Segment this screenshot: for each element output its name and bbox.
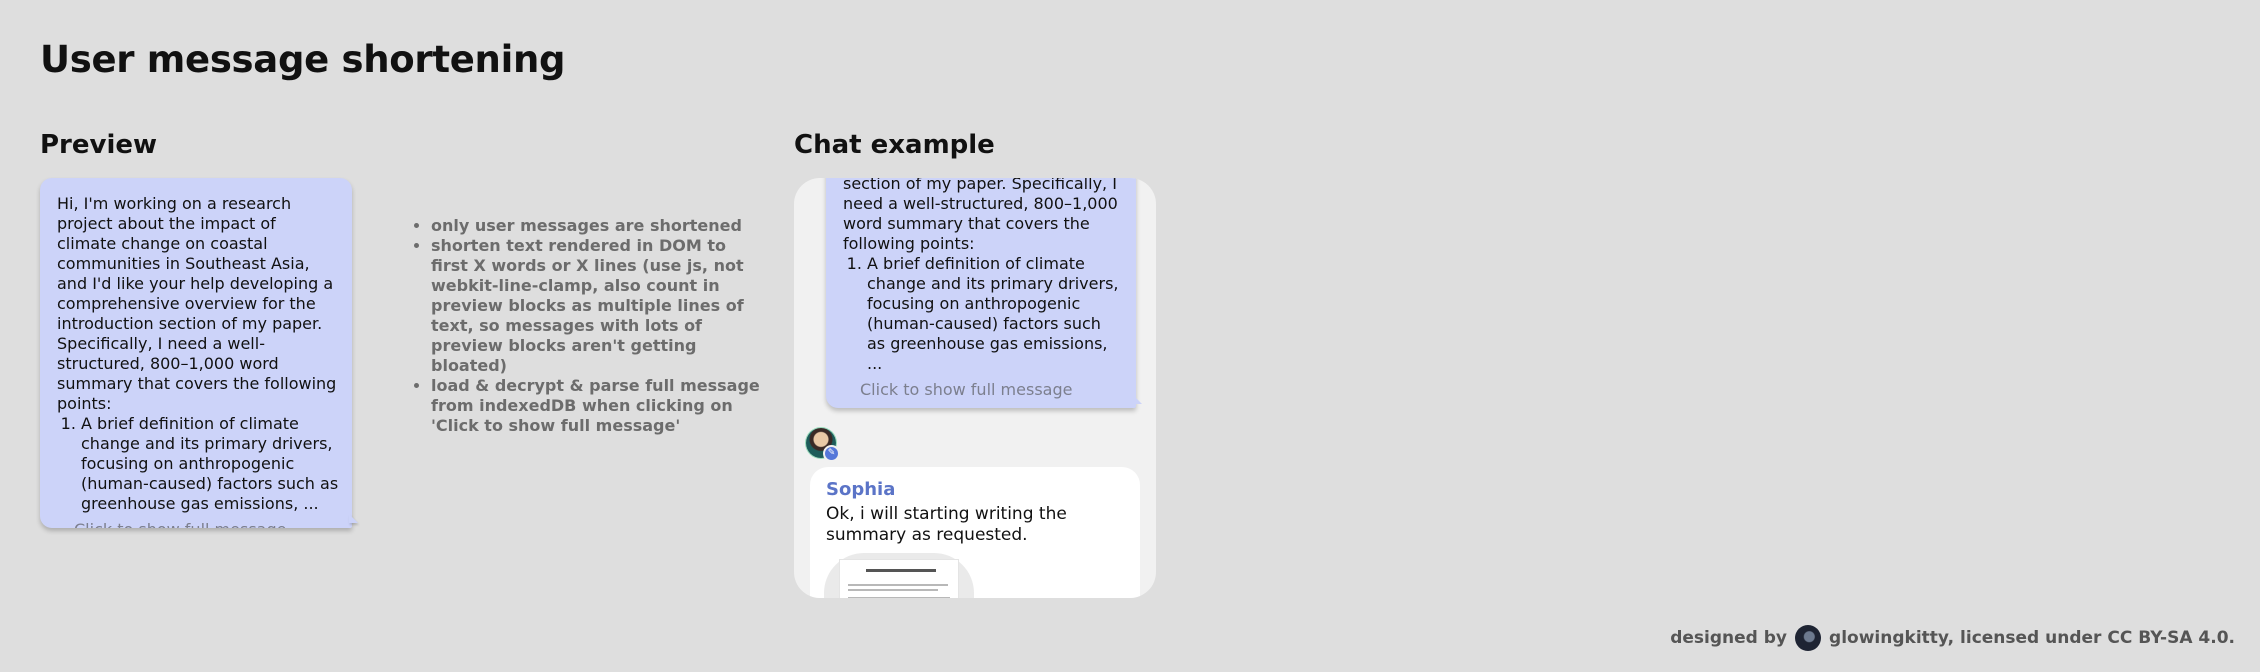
chat-user-message-text: overview for the introduction section of… — [843, 178, 1118, 253]
chat-example-frame[interactable]: overview for the introduction section of… — [794, 178, 1156, 598]
preview-message-text: Hi, I'm working on a research project ab… — [57, 194, 337, 413]
sender-name: Sophia — [826, 479, 896, 500]
document-attachment[interactable] — [824, 553, 974, 598]
assistant-reply-card: Sophia Ok, i will starting writing the s… — [810, 467, 1140, 598]
preview-heading: Preview — [40, 130, 158, 160]
chat-example-heading: Chat example — [794, 130, 995, 160]
preview-message-point: A brief definition of climate change and… — [81, 414, 340, 514]
document-thumbnail-icon — [839, 559, 959, 598]
doc-line — [848, 597, 950, 598]
note-item: only user messages are shortened — [431, 216, 761, 236]
designer-avatar — [1795, 625, 1822, 651]
bubble-tail — [1133, 395, 1142, 404]
page-title: User message shortening — [40, 38, 566, 81]
chat-user-message-point: A brief definition of climate change and… — [867, 254, 1124, 374]
bubble-tail — [349, 514, 358, 523]
show-full-message-button[interactable]: Click to show full message — [57, 520, 340, 528]
doc-line — [848, 589, 938, 591]
preview-message-points: A brief definition of climate change and… — [57, 414, 340, 514]
reply-text: Ok, i will starting writing the summary … — [826, 504, 1067, 545]
chat-show-full-message-button[interactable]: Click to show full message — [843, 380, 1124, 400]
note-item: shorten text rendered in DOM to first X … — [431, 236, 761, 376]
note-item: load & decrypt & parse full message from… — [431, 376, 761, 436]
doc-title-line — [866, 569, 936, 572]
chat-user-message-bubble: overview for the introduction section of… — [826, 178, 1136, 408]
assistant-avatar[interactable]: ✎ — [806, 428, 840, 462]
chat-user-message-points: A brief definition of climate change and… — [843, 254, 1124, 374]
credit-text: glowingkitty, licensed under CC BY-SA 4.… — [1829, 628, 2235, 648]
assistant-badge-icon: ✎ — [823, 445, 840, 462]
footer-credit: designed by glowingkitty, licensed under… — [1670, 625, 2235, 651]
preview-user-message-bubble: Hi, I'm working on a research project ab… — [40, 178, 352, 528]
doc-line — [848, 584, 948, 586]
notes-list: only user messages are shortened shorten… — [415, 216, 761, 436]
designed-by-label: designed by — [1670, 628, 1788, 648]
